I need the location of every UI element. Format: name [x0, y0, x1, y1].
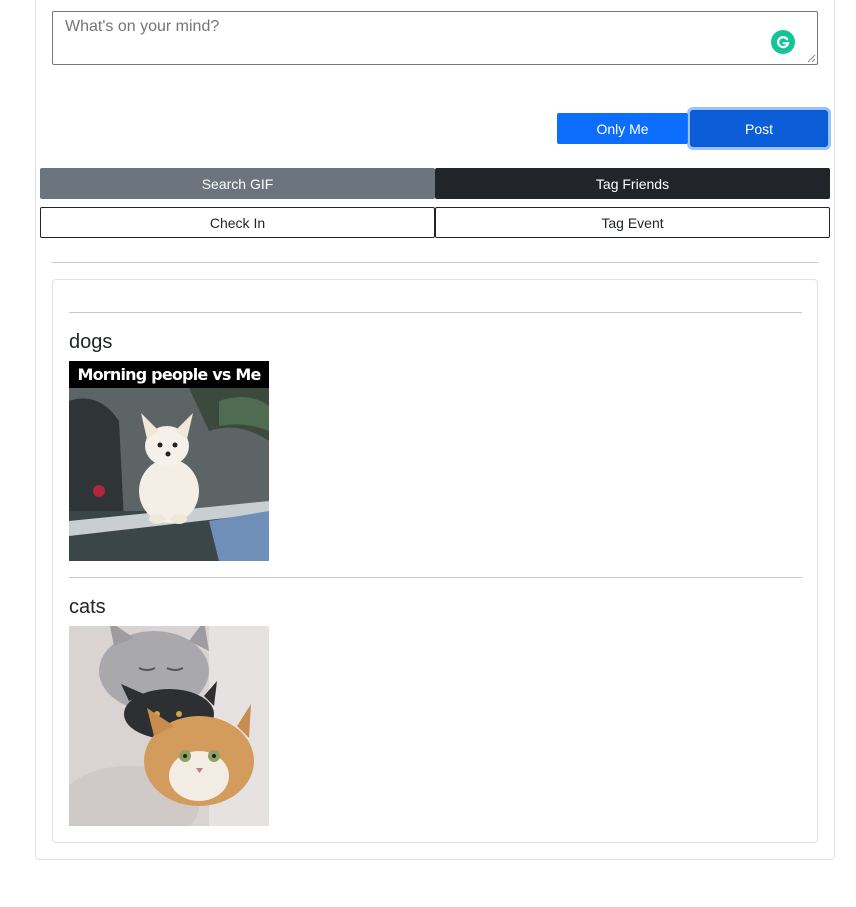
divider	[69, 312, 802, 313]
post-title: cats	[69, 596, 106, 618]
gif-caption: Morning people vs Me	[77, 365, 261, 384]
tag-event-button[interactable]: Tag Event	[435, 207, 830, 238]
feed-card: dogs Morning people vs Me cats	[52, 279, 818, 843]
tag-friends-button[interactable]: Tag Friends	[435, 168, 830, 199]
grammarly-icon[interactable]	[771, 30, 795, 54]
divider	[52, 262, 818, 263]
dog-gif-image: Morning people vs Me	[69, 361, 269, 561]
only-me-button[interactable]: Only Me	[557, 113, 688, 144]
cat-gif-image	[69, 626, 269, 826]
post-title: dogs	[69, 331, 113, 353]
post-composer-input[interactable]	[52, 11, 818, 65]
search-gif-button[interactable]: Search GIF	[40, 168, 435, 199]
check-in-button[interactable]: Check In	[40, 207, 435, 238]
resize-grip-icon[interactable]	[806, 53, 816, 63]
divider	[69, 577, 802, 578]
post-button[interactable]: Post	[690, 110, 828, 147]
